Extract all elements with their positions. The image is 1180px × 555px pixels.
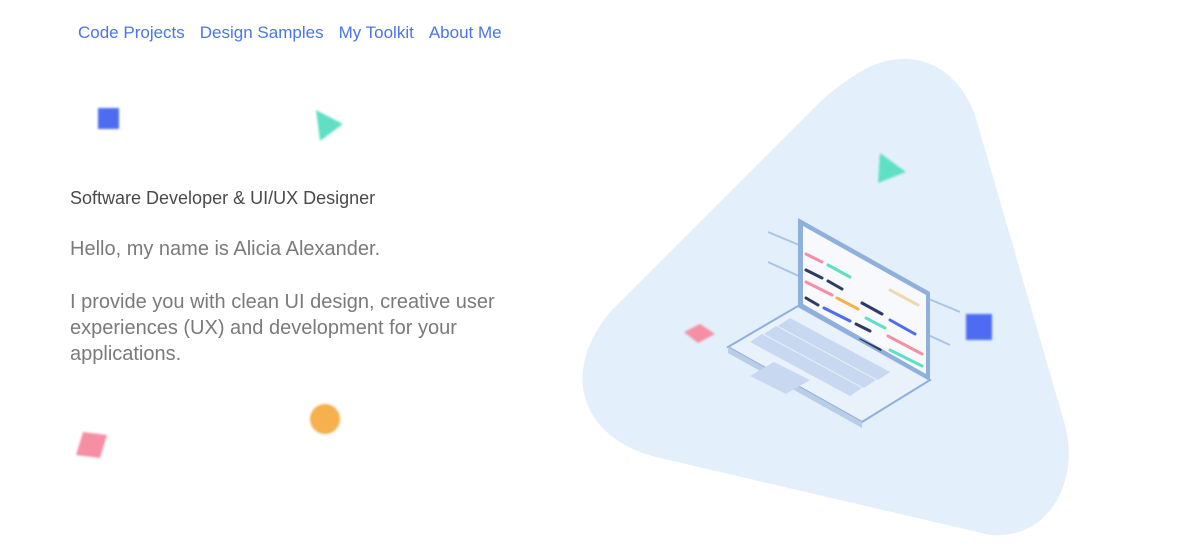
hero-intro: I provide you with clean UI design, crea… — [70, 291, 495, 365]
pink-diamond-shape — [76, 432, 107, 458]
blue-square-shape — [966, 314, 992, 340]
nav-my-toolkit[interactable]: My Toolkit — [339, 22, 414, 44]
hero-greeting: Hello, my name is Alicia Alexander. — [70, 238, 381, 260]
nav-design-samples[interactable]: Design Samples — [200, 22, 324, 44]
hero-subtitle: Software Developer & UI/UX Designer — [70, 188, 376, 208]
nav-code-projects[interactable]: Code Projects — [78, 22, 185, 44]
nav-about-me[interactable]: About Me — [429, 22, 502, 44]
orange-circle-shape — [310, 404, 340, 434]
hero-illustration — [582, 58, 1069, 536]
blue-square-shape — [98, 108, 119, 129]
teal-triangle-shape — [316, 110, 343, 141]
main-nav: Code Projects Design Samples My Toolkit … — [78, 22, 502, 44]
